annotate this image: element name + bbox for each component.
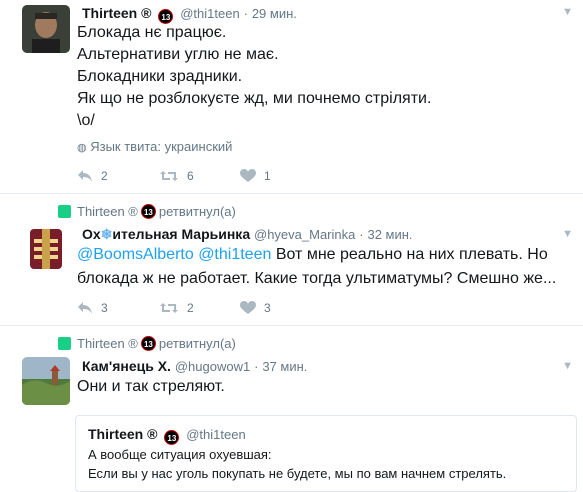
avatar[interactable] [22, 5, 70, 53]
author-handle[interactable]: @hyeva_Marinka [254, 227, 355, 242]
tweet-text-line: блокада ж не работает. Какие тогда ульти… [77, 270, 557, 287]
author-name[interactable]: Thirteen ® [82, 5, 151, 21]
retweet-context-icon [58, 337, 71, 350]
tweet-text-line: Альтернативи углю не має. [77, 46, 279, 63]
retweet-count: 6 [187, 169, 194, 183]
retweeted-label: ретвитнул(а) [158, 336, 236, 351]
tweet-text-line: Блокада нє працює. [77, 24, 227, 41]
heart-icon [240, 169, 256, 182]
tweet-language-label: Язык твита: украинский [90, 139, 233, 154]
retweet-icon [160, 303, 178, 313]
tweet-header: Thirteen ® 13 @thi1teen · 29 мин. [82, 4, 297, 24]
author-handle[interactable]: @hugowow1 [175, 359, 250, 374]
author-handle[interactable]: @thi1teen [180, 6, 239, 21]
reply-count: 2 [101, 169, 108, 183]
separator-dot: · [243, 6, 248, 21]
author-name-part: ительная Марьинка [112, 226, 251, 242]
retweet-icon [160, 171, 178, 181]
tweet-time[interactable]: 29 мин. [252, 6, 297, 21]
quoted-header: Thirteen ® 13 @thi1teen [88, 426, 246, 445]
like-count: 1 [264, 169, 271, 183]
quoted-text-line: Если вы у нас уголь покупать не будете, … [88, 466, 507, 481]
reply-button[interactable]: 3 [77, 301, 108, 315]
quoted-text-line: А вообще ситуация охуевшая: [88, 447, 272, 462]
avatar[interactable] [22, 357, 70, 405]
like-button[interactable]: 3 [240, 301, 271, 315]
like-button[interactable]: 1 [240, 169, 271, 183]
thirteen-badge-icon: 13 [164, 430, 180, 445]
tweet-text-line: @BoomsAlberto @thi1teen Вот мне реально … [77, 244, 548, 265]
retweet-context-icon [58, 205, 71, 218]
author-name-part: Ох [82, 226, 101, 242]
tweet-text: Вот мне реально на них плевать. Но [275, 246, 548, 263]
retweeted-label: ретвитнул(а) [158, 204, 236, 219]
tweet-time[interactable]: 32 мин. [367, 227, 412, 242]
quoted-author-handle: @thi1teen [186, 427, 246, 442]
tweet-time[interactable]: 37 мин. [262, 359, 307, 374]
reply-icon [78, 170, 92, 182]
tweet-text-line: Блокадники зрадники. [77, 68, 243, 85]
retweeter-name[interactable]: Thirteen ® [77, 204, 138, 219]
tweet-2[interactable]: Thirteen ® 13 ретвитнул(а) Ох❄ительная М… [0, 194, 583, 326]
mention-link[interactable]: @BoomsAlberto [77, 246, 194, 263]
avatar[interactable] [22, 225, 70, 273]
retweet-count: 2 [187, 301, 194, 315]
chevron-down-icon[interactable]: ▼ [562, 6, 573, 18]
tweet-1[interactable]: Thirteen ® 13 @thi1teen · 29 мин. ▼ Блок… [0, 0, 583, 194]
author-name[interactable]: Ох❄ительная Марьинка [82, 226, 250, 242]
thirteen-badge-icon: 13 [140, 336, 156, 351]
like-count: 3 [264, 301, 271, 315]
tweet-text-line: Як що не розблокуєте жд, ми почнемо стрі… [77, 90, 432, 107]
retweet-context: Thirteen ® 13 ретвитнул(а) [58, 336, 236, 351]
retweeter-name[interactable]: Thirteen ® [77, 336, 138, 351]
tweet-text-line: Они и так стреляют. [77, 378, 225, 395]
reply-count: 3 [101, 301, 108, 315]
chevron-down-icon[interactable]: ▼ [562, 228, 573, 240]
heart-icon [240, 301, 256, 314]
tweet-header: Кам'янець Х. @hugowow1 · 37 мин. [82, 357, 307, 376]
separator-dot: · [254, 359, 259, 374]
retweet-button[interactable]: 2 [159, 301, 194, 315]
reply-button[interactable]: 2 [77, 169, 108, 183]
chevron-down-icon[interactable]: ▼ [562, 360, 573, 372]
tweet-3[interactable]: Thirteen ® 13 ретвитнул(а) Кам'янець Х. … [0, 326, 583, 492]
tweet-header: Ох❄ительная Марьинка @hyeva_Marinka · 32… [82, 225, 413, 244]
retweet-context: Thirteen ® 13 ретвитнул(а) [58, 204, 236, 219]
quoted-tweet[interactable]: Thirteen ® 13 @thi1teen А вообще ситуаци… [75, 415, 577, 492]
tweet-language[interactable]: ◍ Язык твита: украинский [77, 139, 232, 154]
tweet-text-line: \o/ [77, 112, 95, 129]
quoted-author-name: Thirteen ® [88, 426, 158, 442]
author-name[interactable]: Кам'янець Х. [82, 358, 171, 374]
thirteen-badge-icon: 13 [140, 204, 156, 219]
globe-icon: ◍ [77, 142, 87, 154]
mention-link[interactable]: @thi1teen [198, 246, 271, 263]
reply-icon [78, 302, 92, 314]
retweet-button[interactable]: 6 [159, 169, 194, 183]
separator-dot: · [359, 227, 364, 242]
snowflake-icon: ❄ [100, 226, 113, 242]
